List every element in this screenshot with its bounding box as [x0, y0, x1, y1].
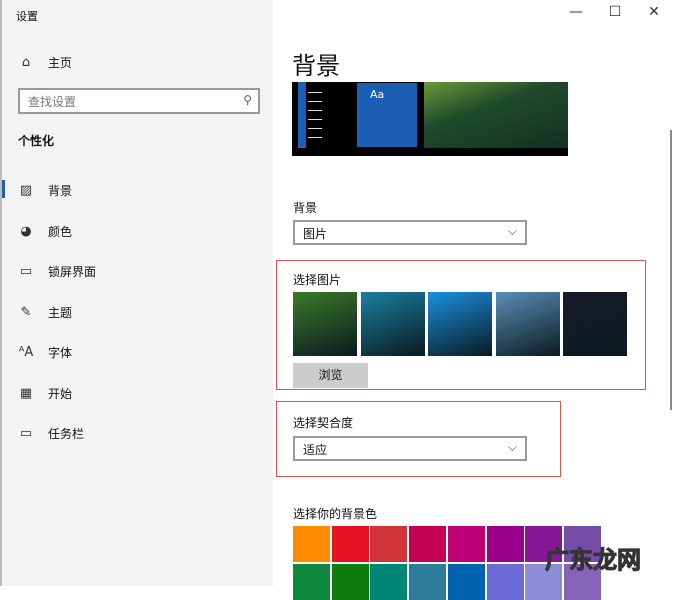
- picture-thumbnail[interactable]: [360, 292, 425, 356]
- lock-screen-icon: ▭: [19, 264, 33, 279]
- color-swatch[interactable]: [331, 564, 369, 600]
- color-swatch[interactable]: [370, 526, 408, 562]
- background-dropdown[interactable]: 图片 ⌵: [293, 220, 527, 245]
- color-swatch[interactable]: [331, 526, 369, 562]
- palette-icon: ◕: [20, 223, 32, 239]
- sidebar-item-label: 背景: [48, 184, 73, 198]
- taskbar-icon: ▭: [19, 426, 33, 441]
- sidebar-item-label: 字体: [48, 346, 73, 360]
- color-swatch[interactable]: [486, 564, 524, 600]
- minimize-button[interactable]: —: [561, 4, 591, 20]
- search-placeholder: 查找设置: [28, 95, 77, 109]
- maximize-button[interactable]: ☐: [600, 4, 630, 20]
- picture-thumbnail[interactable]: [563, 292, 627, 356]
- sidebar-item-home[interactable]: ⌂ 主页: [18, 54, 72, 71]
- picture-thumbnail[interactable]: [293, 292, 357, 356]
- color-swatch[interactable]: [486, 526, 524, 562]
- search-icon: ⚲: [243, 93, 252, 107]
- browse-button[interactable]: 浏览: [293, 363, 368, 388]
- color-swatch[interactable]: [447, 526, 485, 562]
- fit-value: 适应: [303, 443, 328, 457]
- chevron-down-icon: ⌵: [507, 224, 517, 238]
- window-title: 设置: [16, 10, 38, 23]
- sidebar-item[interactable]: ▭ 锁屏界面: [18, 263, 96, 280]
- sidebar-item[interactable]: ▨ 背景: [18, 182, 72, 199]
- sidebar-item-label: 开始: [48, 386, 73, 401]
- home-label: 主页: [48, 56, 73, 70]
- sidebar: 设置 ⌂ 主页 查找设置 ⚲ 个性化 ▨ 背景 ◕ 颜色 ▭ 锁屏界面 ✎ 主题 ᴬA 字体 ▦ 开始 ▭ 任…: [0, 0, 273, 586]
- scrollbar[interactable]: [670, 130, 672, 410]
- sidebar-item-label: 锁屏界面: [48, 265, 97, 279]
- preview-tile-text: Aa: [370, 88, 385, 101]
- close-button[interactable]: ✕: [639, 4, 669, 20]
- fit-label: 选择契合度: [293, 416, 354, 430]
- picture-thumbnail[interactable]: [428, 292, 492, 356]
- color-swatch[interactable]: [409, 564, 447, 600]
- search-input[interactable]: 查找设置 ⚲: [18, 88, 260, 114]
- background-preview: Aa: [292, 82, 568, 156]
- chevron-down-icon: ⌵: [507, 440, 517, 454]
- background-value: 图片: [303, 227, 328, 241]
- fit-dropdown[interactable]: 适应 ⌵: [293, 436, 527, 461]
- color-swatch[interactable]: [293, 526, 330, 562]
- sidebar-item-label: 颜色: [48, 224, 73, 239]
- background-label: 背景: [293, 201, 318, 215]
- sidebar-item[interactable]: ✎ 主题: [18, 304, 72, 321]
- picture-thumbnail[interactable]: [495, 292, 560, 356]
- sidebar-item-label: 主题: [48, 305, 73, 320]
- sidebar-item[interactable]: ▭ 任务栏: [18, 425, 84, 442]
- color-swatch[interactable]: [447, 564, 485, 600]
- start-icon: ▦: [19, 385, 33, 401]
- section-heading: 个性化: [18, 134, 55, 148]
- font-icon: ᴬA: [18, 345, 34, 360]
- picture-icon: ▨: [19, 183, 33, 198]
- sidebar-item-label: 任务栏: [48, 427, 85, 441]
- page-title: 背景: [292, 52, 340, 80]
- choose-picture-label: 选择图片: [293, 273, 342, 287]
- color-swatch[interactable]: [409, 526, 447, 562]
- selected-indicator: [2, 180, 5, 198]
- color-swatch[interactable]: [370, 564, 408, 600]
- home-icon: ⌂: [21, 55, 31, 70]
- bgcolor-label: 选择你的背景色: [293, 507, 378, 521]
- sidebar-item[interactable]: ᴬA 字体: [18, 344, 72, 361]
- watermark: 广东龙网: [545, 546, 642, 575]
- sidebar-item[interactable]: ▦ 开始: [18, 385, 72, 402]
- sidebar-item[interactable]: ◕ 颜色: [18, 223, 72, 240]
- theme-icon: ✎: [20, 304, 32, 320]
- color-swatch[interactable]: [293, 564, 330, 600]
